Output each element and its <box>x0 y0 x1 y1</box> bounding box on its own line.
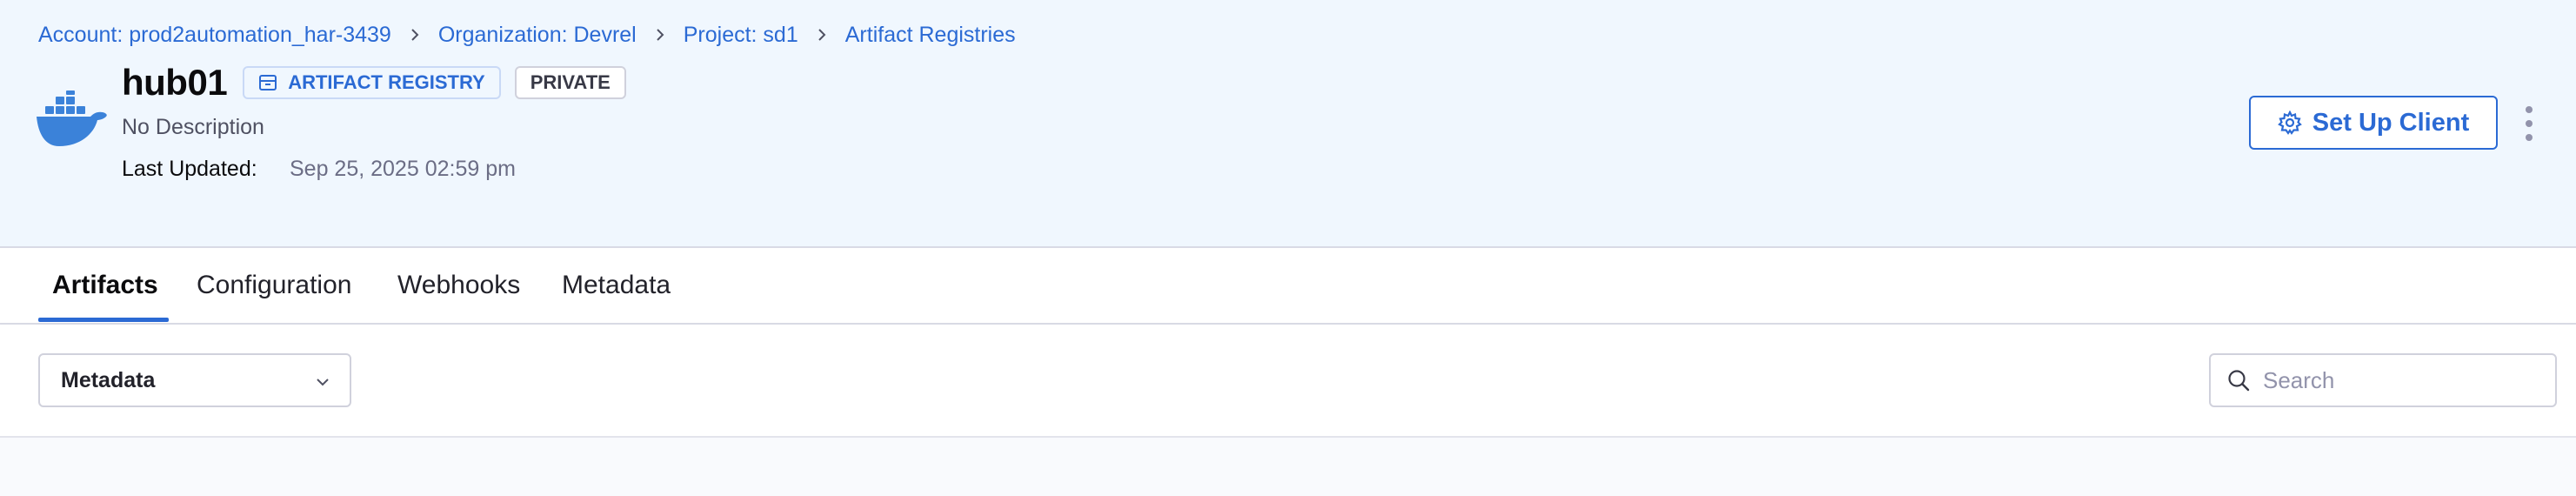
chevron-right-icon <box>411 29 419 41</box>
tab-metadata[interactable]: Metadata <box>562 248 671 323</box>
search-icon <box>2228 370 2250 392</box>
search-input[interactable] <box>2263 366 2541 394</box>
chevron-right-icon <box>657 29 664 41</box>
more-vertical-icon[interactable] <box>2519 106 2539 141</box>
tab-webhooks[interactable]: Webhooks <box>397 248 520 323</box>
last-updated-label: Last Updated: <box>122 157 257 181</box>
breadcrumb-organization[interactable]: Organization: Devrel <box>438 23 637 48</box>
title-row: hub01 ARTIFACT REGISTRY PRIVATE <box>122 59 626 106</box>
artifacts-content-area <box>0 438 2576 496</box>
breadcrumb-project[interactable]: Project: sd1 <box>684 23 798 48</box>
set-up-client-label: Set Up Client <box>2312 108 2470 137</box>
metadata-filter-dropdown[interactable]: Metadata <box>38 353 351 407</box>
chevron-down-icon <box>317 379 329 386</box>
gear-icon <box>2277 111 2302 135</box>
set-up-client-button[interactable]: Set Up Client <box>2249 96 2498 150</box>
tab-artifacts[interactable]: Artifacts <box>52 248 158 323</box>
filter-selected-value: Metadata <box>61 367 156 392</box>
registry-header: Account: prod2automation_har-3439 Organi… <box>0 0 2576 248</box>
box-icon <box>259 75 277 90</box>
registry-description: No Description <box>122 115 264 139</box>
tab-configuration[interactable]: Configuration <box>197 248 351 323</box>
registry-type-badge: ARTIFACT REGISTRY <box>243 66 501 99</box>
filter-toolbar: Metadata <box>0 325 2576 438</box>
search-box <box>2209 353 2557 407</box>
docker-whale-icon <box>37 90 107 146</box>
tab-bar: Artifacts Configuration Webhooks Metadat… <box>0 248 2576 325</box>
registry-name: hub01 <box>122 62 228 103</box>
breadcrumb-account[interactable]: Account: prod2automation_har-3439 <box>38 23 391 48</box>
breadcrumb-artifact-registries[interactable]: Artifact Registries <box>845 23 1016 48</box>
active-tab-indicator <box>38 318 169 322</box>
visibility-badge: PRIVATE <box>514 66 626 99</box>
breadcrumb: Account: prod2automation_har-3439 Organi… <box>38 19 1016 50</box>
last-updated-value: Sep 25, 2025 02:59 pm <box>290 157 516 181</box>
chevron-right-icon <box>818 29 826 41</box>
registry-type-label: ARTIFACT REGISTRY <box>288 71 485 93</box>
